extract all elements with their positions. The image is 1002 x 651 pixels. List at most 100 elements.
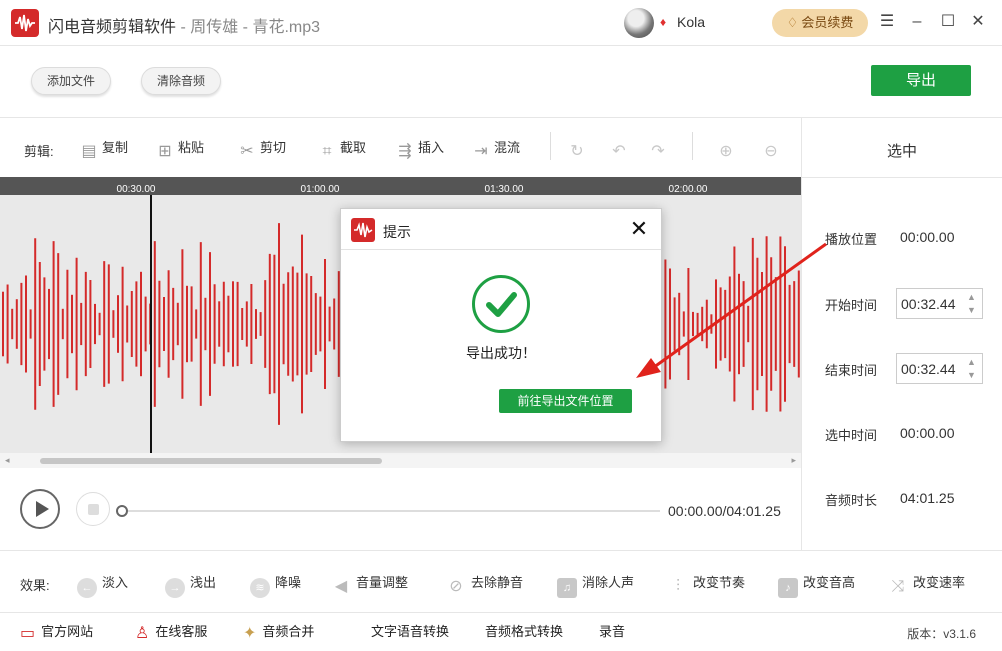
volume-adjust-button[interactable]: ◀ 音量调整 <box>331 573 408 597</box>
cut-label: 剪切 <box>260 140 287 155</box>
horizontal-scrollbar[interactable]: ◂ ▸ <box>0 453 801 468</box>
title-separator: - <box>176 19 191 36</box>
minimize-icon[interactable]: – <box>905 10 929 34</box>
play-button[interactable] <box>20 489 60 529</box>
audio-merge-link[interactable]: ✦ 音频合并 <box>243 623 314 643</box>
scissors-icon: ✂ <box>240 143 254 160</box>
app-logo-icon <box>11 9 39 37</box>
increment-icon[interactable]: ▲ <box>967 357 977 367</box>
window-title: 闪电音频剪辑软件 - 周传雄 - 青花.mp3 <box>48 13 320 37</box>
fade-out-icon: → <box>165 578 185 598</box>
increment-icon[interactable]: ▲ <box>967 292 977 302</box>
paste-icon: ⊞ <box>158 143 172 160</box>
tts-link[interactable]: 文字语音转换 <box>371 623 449 641</box>
fade-in-icon: ← <box>77 578 97 598</box>
playback-progress-track[interactable] <box>122 510 660 512</box>
open-export-folder-button[interactable]: 前往导出文件位置 <box>499 389 632 413</box>
timeline-ruler[interactable]: 00:30.00 01:00.00 01:30.00 02:00.00 <box>0 177 801 195</box>
renew-membership-button[interactable]: ♢ 会员续费 <box>772 9 868 37</box>
title-bar: 闪电音频剪辑软件 - 周传雄 - 青花.mp3 ♦ Kola ♢ 会员续费 ☰ –… <box>0 0 1002 46</box>
audio-duration-value: 04:01.25 <box>900 490 955 506</box>
shuffle-icon: ⤨ <box>891 578 905 595</box>
vocal-icon: ♫ <box>557 578 577 598</box>
online-support-link[interactable]: ♙ 在线客服 <box>135 623 207 643</box>
zoom-in-button[interactable]: ⊕ <box>717 137 739 160</box>
zoom-out-button[interactable]: ⊖ <box>762 137 784 160</box>
noise-reduction-button[interactable]: ≋ 降噪 <box>250 573 301 598</box>
insert-icon: ⇶ <box>398 143 412 160</box>
trim-button[interactable]: ⌗ 截取 <box>318 137 367 160</box>
paste-button[interactable]: ⊞ 粘贴 <box>156 137 205 160</box>
start-time-value: 00:32.44 <box>901 296 956 312</box>
export-success-dialog: 提示 ✕ 导出成功！ 前往导出文件位置 <box>340 208 662 442</box>
mix-icon: ⇥ <box>474 143 488 160</box>
decrement-icon[interactable]: ▼ <box>967 370 977 380</box>
insert-label: 插入 <box>418 140 445 155</box>
close-icon[interactable]: ✕ <box>627 217 651 241</box>
toolbar-divider <box>550 132 551 160</box>
copy-button[interactable]: ▤ 复制 <box>80 137 128 160</box>
remove-silence-label: 去除静音 <box>471 575 524 590</box>
export-button[interactable]: 导出 <box>871 65 971 96</box>
start-time-stepper[interactable]: 00:32.44 ▲ ▼ <box>896 288 983 319</box>
start-time-label: 开始时间 <box>825 298 878 313</box>
add-file-button[interactable]: 添加文件 <box>31 67 111 95</box>
decrement-icon[interactable]: ▼ <box>967 305 977 315</box>
insert-button[interactable]: ⇶ 插入 <box>396 137 445 160</box>
scroll-right-icon[interactable]: ▸ <box>791 455 796 466</box>
audio-duration-label: 音频时长 <box>825 493 878 508</box>
timeline-tick-label: 00:30.00 <box>116 184 156 195</box>
end-time-value: 00:32.44 <box>901 361 956 377</box>
change-tempo-label: 改变节奏 <box>693 575 746 590</box>
scrollbar-thumb[interactable] <box>40 458 382 464</box>
change-pitch-button[interactable]: ♪ 改变音高 <box>778 573 855 598</box>
play-position-label: 播放位置 <box>825 232 878 247</box>
username[interactable]: Kola <box>677 14 705 30</box>
close-icon[interactable]: ✕ <box>966 10 990 34</box>
paste-label: 粘贴 <box>178 140 205 155</box>
footer-bar: ▭ 官方网站 ♙ 在线客服 ✦ 音频合并 文字语音转换 音频格式转换 录音 版本：v3… <box>0 612 1002 651</box>
trim-label: 截取 <box>340 140 367 155</box>
remove-silence-button[interactable]: ⊘ 去除静音 <box>446 573 523 597</box>
dialog-title: 提示 <box>383 224 411 240</box>
maximize-icon[interactable]: ☐ <box>936 10 960 34</box>
renew-label: 会员续费 <box>801 15 854 30</box>
undo-button[interactable]: ↶ <box>610 137 632 160</box>
diamond-icon: ♢ <box>786 15 799 30</box>
cut-button[interactable]: ✂ 剪切 <box>238 137 287 160</box>
redo-icon: ↷ <box>651 143 665 160</box>
mix-button[interactable]: ⇥ 混流 <box>472 137 520 160</box>
redo-button[interactable]: ↷ <box>649 137 671 160</box>
fade-in-button[interactable]: ← 淡入 <box>77 573 128 598</box>
official-site-link[interactable]: ▭ 官方网站 <box>20 623 93 643</box>
fade-in-label: 淡入 <box>102 575 129 590</box>
menu-icon[interactable]: ☰ <box>875 10 899 34</box>
record-link[interactable]: 录音 <box>599 623 625 641</box>
avatar[interactable] <box>624 8 654 38</box>
fade-out-label: 浅出 <box>190 575 217 590</box>
end-time-stepper[interactable]: 00:32.44 ▲ ▼ <box>896 353 983 384</box>
effects-label: 效果: <box>20 578 50 593</box>
clear-audio-button[interactable]: 清除音频 <box>141 67 221 95</box>
zoom-in-icon: ⊕ <box>719 143 733 160</box>
scroll-left-icon[interactable]: ◂ <box>5 455 10 466</box>
stop-button[interactable] <box>76 492 110 526</box>
equalizer-icon: ⫶ <box>675 578 680 595</box>
reset-button[interactable]: ↻ <box>568 137 590 160</box>
monitor-icon: ▭ <box>20 625 36 642</box>
play-position-value: 00:00.00 <box>900 229 955 245</box>
change-speed-button[interactable]: ⤨ 改变速率 <box>888 573 965 597</box>
format-convert-link[interactable]: 音频格式转换 <box>485 623 563 641</box>
effects-bar: 效果: ← 淡入 → 浅出 ≋ 降噪 ◀ 音量调整 ⊘ 去除静音 ♫ 消除人声 ⫶ 改变节奏 … <box>0 550 1002 612</box>
remove-vocals-button[interactable]: ♫ 消除人声 <box>557 573 634 598</box>
pitch-icon: ♪ <box>778 578 798 598</box>
selected-duration-value: 00:00.00 <box>900 425 955 441</box>
fade-out-button[interactable]: → 浅出 <box>165 573 216 598</box>
playhead-cursor[interactable] <box>150 195 152 453</box>
volume-adjust-label: 音量调整 <box>356 575 409 590</box>
app-logo-icon <box>351 218 375 242</box>
playback-progress-knob[interactable] <box>116 505 128 517</box>
undo-icon: ↶ <box>612 143 626 160</box>
change-tempo-button[interactable]: ⫶ 改变节奏 <box>668 573 745 597</box>
speaker-icon: ◀ <box>334 578 348 595</box>
